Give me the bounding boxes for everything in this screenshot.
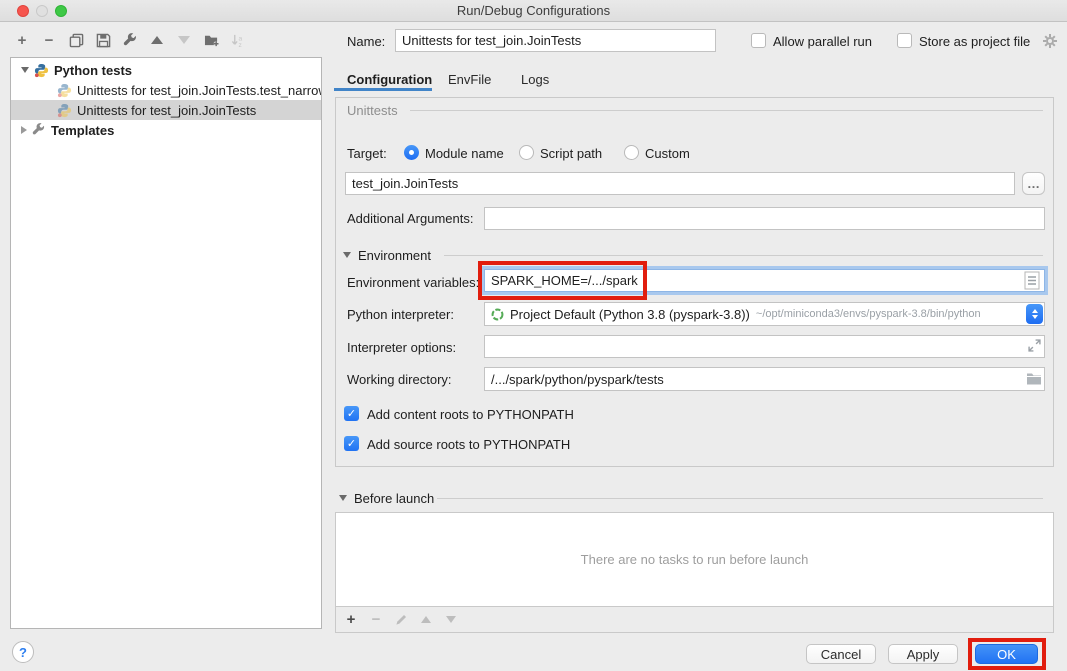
environment-variables-input[interactable] xyxy=(484,269,1045,292)
remove-icon[interactable]: − xyxy=(41,32,57,48)
tree-item-label: Unittests for test_join.JoinTests.test_n… xyxy=(77,83,321,98)
browse-button[interactable]: … xyxy=(1022,172,1045,195)
python-test-config-icon xyxy=(57,83,72,98)
ok-button[interactable]: OK xyxy=(975,644,1038,664)
apply-button[interactable]: Apply xyxy=(888,644,958,664)
store-as-project-file-label: Store as project file xyxy=(919,34,1030,49)
cancel-button[interactable]: Cancel xyxy=(806,644,876,664)
conda-env-icon xyxy=(491,308,504,321)
tree-item-label: Unittests for test_join.JoinTests xyxy=(77,103,256,118)
tree-item-label: Python tests xyxy=(54,63,132,78)
tab-logs[interactable]: Logs xyxy=(521,72,549,87)
add-source-roots-checkbox[interactable]: ✓ xyxy=(344,436,359,451)
target-module-name-radio[interactable] xyxy=(404,145,419,160)
configurations-toolbar: + − az xyxy=(14,30,246,50)
move-task-up-icon xyxy=(417,616,435,623)
copy-icon[interactable] xyxy=(68,32,84,48)
before-launch-header: Before launch xyxy=(354,491,434,506)
configurations-tree: Python tests Unittests for test_join.Joi… xyxy=(10,57,322,629)
environment-variables-label: Environment variables: xyxy=(347,275,479,290)
collapsed-chevron-icon[interactable] xyxy=(21,126,27,134)
allow-parallel-run-checkbox[interactable] xyxy=(751,33,766,48)
sort-alphabetically-icon: az xyxy=(230,32,246,48)
move-down-icon xyxy=(176,32,192,48)
group-separator xyxy=(437,498,1043,499)
tree-item-templates[interactable]: Templates xyxy=(11,120,321,140)
additional-arguments-label: Additional Arguments: xyxy=(347,211,473,226)
python-tests-icon xyxy=(34,63,49,78)
tree-item-label: Templates xyxy=(51,123,114,138)
add-source-roots-label: Add source roots to PYTHONPATH xyxy=(367,437,570,452)
expand-field-icon[interactable] xyxy=(1028,339,1041,352)
working-directory-label: Working directory: xyxy=(347,372,452,387)
edit-task-pencil-icon xyxy=(392,613,410,626)
python-interpreter-dropdown[interactable]: Project Default (Python 3.8 (pyspark-3.8… xyxy=(484,302,1045,326)
target-label: Target: xyxy=(347,146,387,161)
interpreter-options-input[interactable] xyxy=(484,335,1045,358)
add-content-roots-checkbox[interactable]: ✓ xyxy=(344,406,359,421)
target-custom-radio[interactable] xyxy=(624,145,639,160)
gear-icon[interactable] xyxy=(1042,33,1058,49)
allow-parallel-run-label: Allow parallel run xyxy=(773,34,872,49)
name-input[interactable] xyxy=(395,29,716,52)
active-tab-underline xyxy=(334,88,432,91)
tree-item-jointests-selected[interactable]: Unittests for test_join.JoinTests xyxy=(11,100,321,120)
group-separator xyxy=(410,110,1043,111)
group-separator xyxy=(444,255,1043,256)
store-as-project-file-checkbox[interactable] xyxy=(897,33,912,48)
move-up-icon[interactable] xyxy=(149,32,165,48)
working-directory-input[interactable] xyxy=(484,367,1045,391)
edit-env-vars-icon[interactable] xyxy=(1024,271,1040,290)
tree-item-python-tests[interactable]: Python tests xyxy=(11,60,321,80)
tab-envfile[interactable]: EnvFile xyxy=(448,72,491,87)
expanded-chevron-icon[interactable] xyxy=(21,67,29,73)
before-launch-toolbar: + − xyxy=(335,607,1054,633)
interpreter-options-label: Interpreter options: xyxy=(347,340,456,355)
window-titlebar: Run/Debug Configurations xyxy=(0,0,1067,22)
name-label: Name: xyxy=(347,34,385,49)
add-task-icon[interactable]: + xyxy=(342,611,360,628)
save-icon[interactable] xyxy=(95,32,111,48)
tab-configuration[interactable]: Configuration xyxy=(347,72,432,87)
target-module-input[interactable] xyxy=(345,172,1015,195)
interpreter-path: ~/opt/miniconda3/envs/pyspark-3.8/bin/py… xyxy=(756,308,981,320)
before-launch-collapse-chevron-icon[interactable] xyxy=(339,495,347,501)
add-icon[interactable]: + xyxy=(14,32,30,48)
python-test-config-icon xyxy=(57,103,72,118)
interpreter-dropdown-stepper[interactable] xyxy=(1026,304,1043,324)
before-launch-empty-text: There are no tasks to run before launch xyxy=(581,552,809,567)
remove-task-icon: − xyxy=(367,611,385,628)
environment-header: Environment xyxy=(358,248,431,263)
unittests-group-label: Unittests xyxy=(347,103,398,118)
move-task-down-icon xyxy=(442,616,460,623)
target-custom-label: Custom xyxy=(645,146,690,161)
target-module-name-label: Module name xyxy=(425,146,504,161)
templates-wrench-icon xyxy=(32,123,46,137)
environment-collapse-chevron-icon[interactable] xyxy=(343,252,351,258)
python-interpreter-label: Python interpreter: xyxy=(347,307,454,322)
tree-item-test-narrow[interactable]: Unittests for test_join.JoinTests.test_n… xyxy=(11,80,321,100)
window-title: Run/Debug Configurations xyxy=(0,3,1067,18)
add-content-roots-label: Add content roots to PYTHONPATH xyxy=(367,407,574,422)
folder-icon[interactable] xyxy=(1026,372,1042,385)
additional-arguments-input[interactable] xyxy=(484,207,1045,230)
edit-templates-icon[interactable] xyxy=(122,32,138,48)
before-launch-task-list: There are no tasks to run before launch xyxy=(335,512,1054,607)
target-script-path-radio[interactable] xyxy=(519,145,534,160)
target-script-path-label: Script path xyxy=(540,146,602,161)
svg-text:z: z xyxy=(238,42,241,48)
help-button[interactable]: ? xyxy=(12,641,34,663)
interpreter-value: Project Default (Python 3.8 (pyspark-3.8… xyxy=(510,307,750,322)
new-folder-icon[interactable] xyxy=(203,32,219,48)
